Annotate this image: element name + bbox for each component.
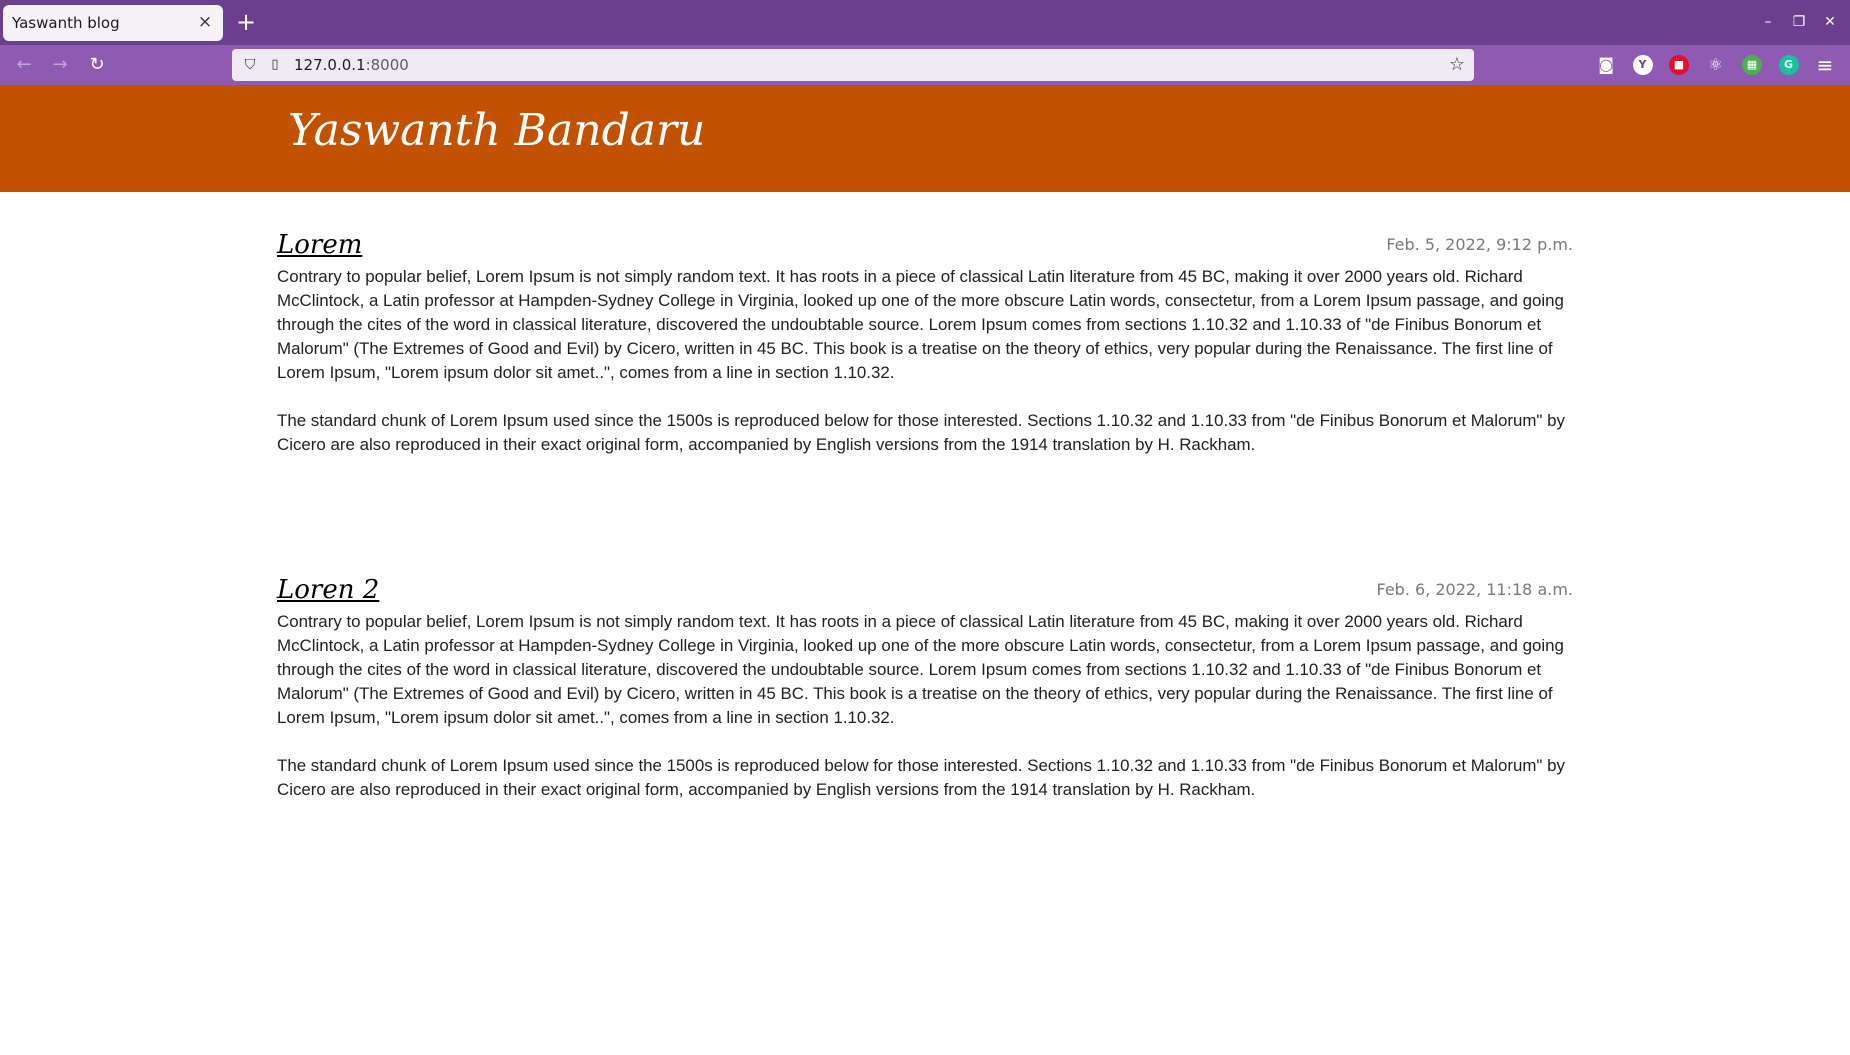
menu-hamburger-icon[interactable]: ≡ [1813,53,1837,77]
navigation-toolbar: ← → ↻ ⛉ ▯ 127.0.0.1:8000 ☆ ◙ Y ■ ⚛ ▦ G ≡ [0,45,1850,85]
post-title-link[interactable]: Loren 2 [277,575,379,605]
browser-tab[interactable]: Yaswanth blog × [3,5,223,41]
tab-close-icon[interactable]: × [195,12,215,32]
react-devtools-icon[interactable]: ⚛ [1706,55,1726,75]
minimize-icon[interactable]: – [1758,12,1778,32]
url-host: 127.0.0.1 [294,56,366,74]
forward-arrow-icon[interactable]: → [48,53,72,77]
post-header: Lorem Feb. 5, 2022, 9:12 p.m. [277,192,1573,262]
sheets-extension-icon[interactable]: ▦ [1742,55,1762,75]
restore-icon[interactable]: ❐ [1789,12,1809,32]
new-tab-icon[interactable]: + [236,10,256,34]
grammarly-icon[interactable]: G [1778,55,1799,75]
adblock-icon[interactable]: ■ [1669,55,1689,75]
reload-icon[interactable]: ↻ [85,53,109,77]
post-header: Loren 2 Feb. 6, 2022, 11:18 a.m. [277,537,1573,607]
site-header: Yaswanth Bandaru [0,85,1850,192]
post-item: Lorem Feb. 5, 2022, 9:12 p.m. Contrary t… [277,192,1573,457]
url-port: :8000 [365,56,409,74]
site-title[interactable]: Yaswanth Bandaru [288,105,705,156]
tab-title: Yaswanth blog [12,14,120,32]
post-body: Contrary to popular belief, Lorem Ipsum … [277,262,1573,457]
yoroi-icon[interactable]: Y [1632,55,1653,75]
post-paragraph: Contrary to popular belief, Lorem Ipsum … [277,612,1564,727]
pocket-icon[interactable]: ◙ [1596,55,1616,75]
post-date: Feb. 5, 2022, 9:12 p.m. [1386,235,1573,254]
bookmark-star-icon[interactable]: ☆ [1446,54,1468,76]
post-body: Contrary to popular belief, Lorem Ipsum … [277,607,1573,802]
page-info-icon[interactable]: ▯ [265,55,285,75]
url-text[interactable]: 127.0.0.1:8000 [294,56,409,74]
post-date: Feb. 6, 2022, 11:18 a.m. [1376,580,1574,599]
tracking-protection-shield-icon[interactable]: ⛉ [240,55,260,75]
post-item: Loren 2 Feb. 6, 2022, 11:18 a.m. Contrar… [277,537,1573,802]
post-title-link[interactable]: Lorem [277,230,362,260]
back-arrow-icon[interactable]: ← [12,53,36,77]
post-paragraph: Contrary to popular belief, Lorem Ipsum … [277,267,1564,382]
tab-strip: Yaswanth blog × + – ❐ ✕ [0,0,1850,45]
post-paragraph: The standard chunk of Lorem Ipsum used s… [277,411,1565,454]
post-paragraph: The standard chunk of Lorem Ipsum used s… [277,756,1565,799]
post-list: Lorem Feb. 5, 2022, 9:12 p.m. Contrary t… [277,192,1573,826]
window-close-icon[interactable]: ✕ [1820,12,1840,32]
address-bar[interactable]: ⛉ ▯ 127.0.0.1:8000 ☆ [232,49,1474,81]
